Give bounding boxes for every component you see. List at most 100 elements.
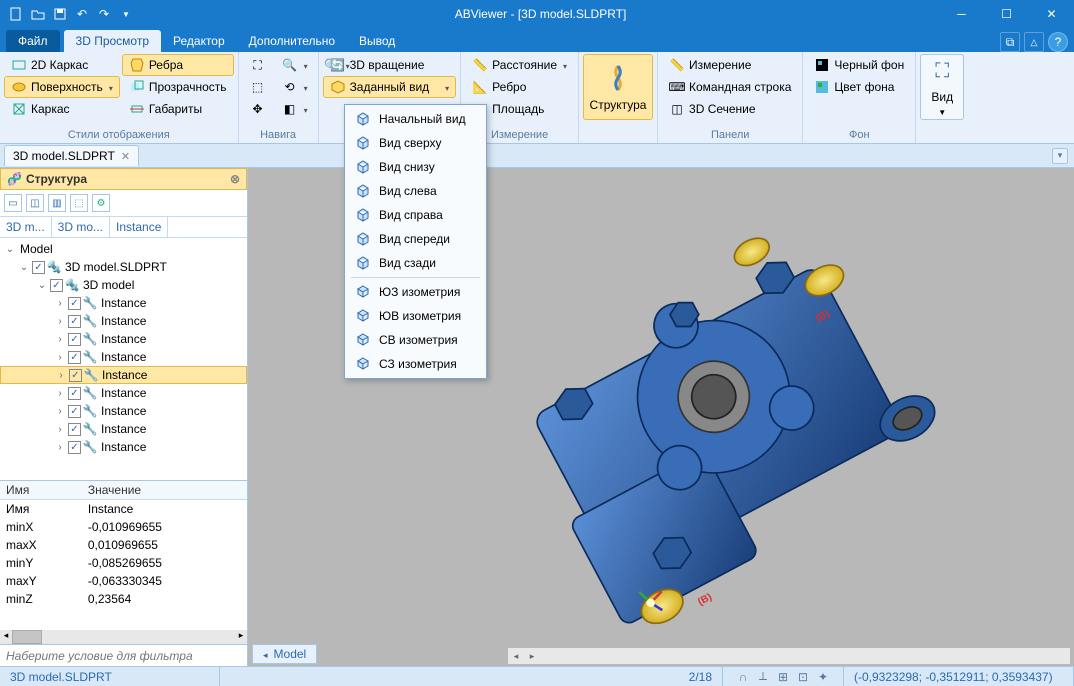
tab-file[interactable]: Файл bbox=[6, 30, 60, 52]
menu-item[interactable]: ЮВ изометрия bbox=[347, 304, 484, 328]
tab-3d-view[interactable]: 3D Просмотр bbox=[64, 30, 161, 52]
btn-structure[interactable]: Структура bbox=[583, 54, 653, 120]
btn-edge[interactable]: 📐Ребро bbox=[465, 76, 574, 98]
tool-1[interactable]: ▭ bbox=[4, 194, 22, 212]
expand-icon[interactable]: › bbox=[54, 406, 66, 417]
tool-2[interactable]: ◫ bbox=[26, 194, 44, 212]
close-tab-icon[interactable]: ✕ bbox=[121, 150, 130, 163]
checkbox-icon[interactable]: ✓ bbox=[68, 315, 81, 328]
checkbox-icon[interactable]: ✓ bbox=[68, 351, 81, 364]
checkbox-icon[interactable]: ✓ bbox=[50, 279, 63, 292]
tree-header-2[interactable]: 3D mo... bbox=[52, 217, 110, 237]
tool-3[interactable]: ▥ bbox=[48, 194, 66, 212]
structure-tree[interactable]: ⌄ Model ⌄ ✓ 🔩 3D model.SLDPRT ⌄ ✓ 🔩 3D m… bbox=[0, 238, 247, 480]
checkbox-icon[interactable]: ✓ bbox=[68, 423, 81, 436]
btn-rotate[interactable]: 🔄3D вращение bbox=[323, 54, 457, 76]
new-icon[interactable] bbox=[6, 4, 26, 24]
btn-bg-color[interactable]: Цвет фона bbox=[807, 76, 911, 98]
checkbox-icon[interactable]: ✓ bbox=[68, 405, 81, 418]
btn-preset-view[interactable]: Заданный вид bbox=[323, 76, 457, 98]
btn-edges[interactable]: Ребра bbox=[122, 54, 234, 76]
undo-icon[interactable]: ↶ bbox=[72, 4, 92, 24]
menu-item[interactable]: ЮЗ изометрия bbox=[347, 280, 484, 304]
btn-nav-1[interactable]: ⛶ bbox=[243, 54, 273, 76]
filter-input[interactable] bbox=[0, 645, 247, 666]
btn-panel-cmd[interactable]: ⌨Командная строка bbox=[662, 76, 798, 98]
btn-distance[interactable]: 📏Расстояние bbox=[465, 54, 574, 76]
checkbox-icon[interactable]: ✓ bbox=[69, 369, 82, 382]
menu-item[interactable]: Вид слева bbox=[347, 179, 484, 203]
tree-instance[interactable]: › ✓ 🔧 Instance bbox=[0, 366, 247, 384]
pin-icon[interactable]: ⊗ bbox=[230, 172, 240, 186]
btn-2d-wireframe[interactable]: 2D Каркас bbox=[4, 54, 120, 76]
expand-icon[interactable]: › bbox=[54, 388, 66, 399]
tab-extra[interactable]: Дополнительно bbox=[237, 30, 347, 52]
btn-view[interactable]: ⛶ Вид ▼ bbox=[920, 54, 964, 120]
tree-instance[interactable]: › ✓ 🔧 Instance bbox=[0, 348, 247, 366]
help-icon[interactable]: ? bbox=[1048, 32, 1068, 52]
menu-item[interactable]: Начальный вид bbox=[347, 107, 484, 131]
tree-instance[interactable]: › ✓ 🔧 Instance bbox=[0, 420, 247, 438]
expand-tabs-icon[interactable]: ▾ bbox=[1052, 148, 1068, 164]
menu-item[interactable]: Вид сзади bbox=[347, 251, 484, 275]
viewport-tab[interactable]: ◂Model bbox=[252, 644, 317, 664]
props-row[interactable]: minX-0,010969655 bbox=[0, 518, 247, 536]
btn-nav-5[interactable]: ⟲ bbox=[275, 76, 315, 98]
btn-nav-2[interactable]: ⬚ bbox=[243, 76, 273, 98]
tree-instance[interactable]: › ✓ 🔧 Instance bbox=[0, 384, 247, 402]
props-col-value[interactable]: Значение bbox=[82, 481, 247, 500]
btn-nav-3[interactable]: ✥ bbox=[243, 98, 273, 120]
menu-item[interactable]: СЗ изометрия bbox=[347, 352, 484, 376]
tab-editor[interactable]: Редактор bbox=[161, 30, 237, 52]
tree-instance[interactable]: › ✓ 🔧 Instance bbox=[0, 294, 247, 312]
btn-black-bg[interactable]: Черный фон bbox=[807, 54, 911, 76]
props-row[interactable]: maxX0,010969655 bbox=[0, 536, 247, 554]
props-row[interactable]: maxY-0,063330345 bbox=[0, 572, 247, 590]
menu-item[interactable]: Вид сверху bbox=[347, 131, 484, 155]
props-row[interactable]: minY-0,085269655 bbox=[0, 554, 247, 572]
tree-instance[interactable]: › ✓ 🔧 Instance bbox=[0, 330, 247, 348]
expand-icon[interactable]: › bbox=[55, 370, 67, 381]
checkbox-icon[interactable]: ✓ bbox=[68, 333, 81, 346]
menu-item[interactable]: Вид снизу bbox=[347, 155, 484, 179]
collapse-icon[interactable]: ⌄ bbox=[4, 244, 16, 255]
tree-instance[interactable]: › ✓ 🔧 Instance bbox=[0, 402, 247, 420]
checkbox-icon[interactable]: ✓ bbox=[68, 387, 81, 400]
props-row[interactable]: ИмяInstance bbox=[0, 500, 247, 519]
snap-icon-3[interactable]: ⊞ bbox=[775, 669, 791, 685]
btn-panel-section[interactable]: ◫3D Сечение bbox=[662, 98, 798, 120]
document-tab[interactable]: 3D model.SLDPRT ✕ bbox=[4, 145, 139, 166]
snap-icon-5[interactable]: ✦ bbox=[815, 669, 831, 685]
menu-item[interactable]: Вид спереди bbox=[347, 227, 484, 251]
minimize-button[interactable]: ─ bbox=[939, 0, 984, 28]
menu-item[interactable]: Вид справа bbox=[347, 203, 484, 227]
btn-nav-6[interactable]: ◧ bbox=[275, 98, 315, 120]
btn-transparency[interactable]: Прозрачность bbox=[122, 76, 234, 98]
save-icon[interactable] bbox=[50, 4, 70, 24]
open-icon[interactable] bbox=[28, 4, 48, 24]
redo-icon[interactable]: ↷ bbox=[94, 4, 114, 24]
props-col-name[interactable]: Имя bbox=[0, 481, 82, 500]
props-row[interactable]: minZ0,23564 bbox=[0, 590, 247, 608]
tool-5[interactable]: ⚙ bbox=[92, 194, 110, 212]
snap-icon-1[interactable]: ∩ bbox=[735, 669, 751, 685]
tree-header-3[interactable]: Instance bbox=[110, 217, 168, 237]
tree-model[interactable]: ⌄ ✓ 🔩 3D model bbox=[0, 276, 247, 294]
checkbox-icon[interactable]: ✓ bbox=[68, 441, 81, 454]
expand-icon[interactable]: › bbox=[54, 298, 66, 309]
maximize-button[interactable]: ☐ bbox=[984, 0, 1029, 28]
tool-4[interactable]: ⬚ bbox=[70, 194, 88, 212]
expand-icon[interactable]: › bbox=[54, 424, 66, 435]
tree-instance[interactable]: › ✓ 🔧 Instance bbox=[0, 312, 247, 330]
snap-icon-2[interactable]: ⟂ bbox=[755, 669, 771, 685]
viewport-scrollbar-h[interactable] bbox=[508, 648, 1070, 664]
tree-header-1[interactable]: 3D m... bbox=[0, 217, 52, 237]
close-button[interactable]: ✕ bbox=[1029, 0, 1074, 28]
expand-icon[interactable]: › bbox=[54, 352, 66, 363]
props-scrollbar[interactable]: ◂▸ bbox=[0, 630, 247, 644]
btn-surface[interactable]: Поверхность bbox=[4, 76, 120, 98]
expand-icon[interactable]: › bbox=[54, 316, 66, 327]
checkbox-icon[interactable]: ✓ bbox=[68, 297, 81, 310]
snap-icon-4[interactable]: ⊡ bbox=[795, 669, 811, 685]
tree-instance[interactable]: › ✓ 🔧 Instance bbox=[0, 438, 247, 456]
